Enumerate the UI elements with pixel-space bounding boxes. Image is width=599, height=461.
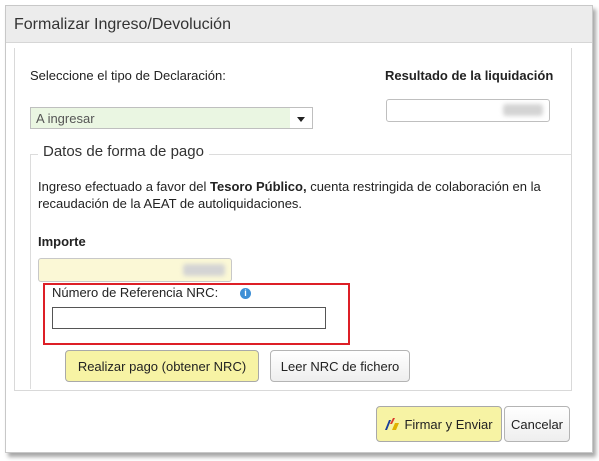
sign-button-label: Firmar y Enviar	[404, 416, 493, 432]
read-nrc-file-button[interactable]: Leer NRC de fichero	[270, 350, 410, 382]
payment-info-text: Ingreso efectuado a favor del Tesoro Púb…	[38, 178, 568, 212]
info-icon[interactable]: i	[240, 288, 251, 299]
declaration-type-label: Seleccione el tipo de Declaración:	[30, 68, 226, 83]
declaration-type-value: A ingresar	[36, 111, 95, 126]
dialog-titlebar: Formalizar Ingreso/Devolución	[6, 6, 592, 43]
info-prefix: Ingreso efectuado a favor del	[38, 179, 211, 194]
chevron-down-icon[interactable]	[290, 107, 313, 129]
payment-legend: Datos de forma de pago	[38, 143, 209, 160]
importe-label: Importe	[38, 234, 86, 249]
dialog-title: Formalizar Ingreso/Devolución	[14, 16, 231, 33]
info-bold: Tesoro Público,	[210, 179, 307, 194]
cancel-button[interactable]: Cancelar	[504, 406, 570, 442]
nrc-label: Número de Referencia NRC:	[52, 285, 219, 300]
importe-field	[38, 258, 232, 282]
result-field	[386, 99, 550, 122]
nrc-input[interactable]	[52, 307, 326, 329]
get-nrc-button[interactable]: Realizar pago (obtener NRC)	[65, 350, 259, 382]
sign-and-send-button[interactable]: Firmar y Enviar	[376, 406, 502, 442]
declaration-type-select[interactable]: A ingresar	[30, 107, 292, 129]
result-label: Resultado de la liquidación	[385, 68, 554, 83]
signature-icon	[385, 418, 400, 430]
redacted-value	[183, 264, 225, 276]
redacted-value	[503, 104, 543, 116]
